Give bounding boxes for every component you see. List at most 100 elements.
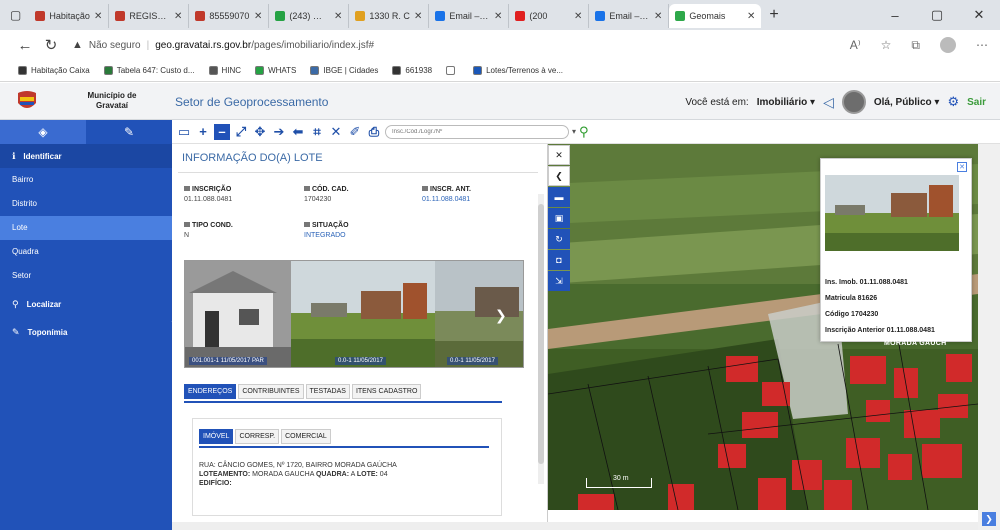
zoom-in-icon[interactable]: + xyxy=(195,124,211,140)
bookmark-item[interactable]: WHATS xyxy=(255,66,296,75)
user-menu[interactable]: Olá, Público ▾ xyxy=(874,97,940,108)
close-tab-icon[interactable]: ✕ xyxy=(574,11,582,22)
municipality-crest-icon[interactable] xyxy=(16,89,38,113)
clear-icon[interactable]: ✕ xyxy=(328,124,344,140)
tab-contribuintes[interactable]: CONTRIBUINTES xyxy=(238,384,304,399)
user-avatar[interactable] xyxy=(841,90,866,114)
back-button[interactable]: ← xyxy=(12,37,38,54)
search-input[interactable] xyxy=(385,124,569,139)
more-icon[interactable]: ⋯ xyxy=(976,38,988,52)
popup-photo[interactable] xyxy=(825,175,959,251)
pan-icon[interactable]: ✥ xyxy=(252,124,268,140)
browser-tab[interactable]: (200 ✕ xyxy=(509,4,590,28)
export-icon[interactable]: ⇲ xyxy=(548,271,570,291)
tab-actions-icon[interactable]: ▢ xyxy=(8,8,29,22)
close-panel-icon[interactable]: ✕ xyxy=(548,145,570,165)
close-tab-icon[interactable]: ✕ xyxy=(747,11,755,22)
url-path: /pages/imobiliario/index.jsf# xyxy=(251,39,375,51)
bookmark-item[interactable]: Habitação Caixa xyxy=(18,66,90,75)
tab-enderecos[interactable]: ENDEREÇOS xyxy=(184,384,237,399)
tab-itens-cadastro[interactable]: ITENS CADASTRO xyxy=(351,384,422,399)
send-icon[interactable]: ◁ xyxy=(823,94,834,111)
close-tab-icon[interactable]: ✕ xyxy=(254,11,262,22)
photo-caption: 0.0-1 11/05/2017 xyxy=(447,357,498,365)
url-field[interactable]: ▲ Não seguro | geo.gravatai.rs.gov.br/pa… xyxy=(72,39,374,51)
tab-testadas[interactable]: TESTADAS xyxy=(305,384,350,399)
tab-favicon-icon xyxy=(355,11,366,21)
favorite-icon[interactable]: ☆ xyxy=(881,38,892,52)
full-extent-icon[interactable]: ⤢ xyxy=(233,124,249,140)
sidebar-item[interactable]: ⚲ Localizar xyxy=(0,292,172,316)
settings-icon[interactable]: ⚙ xyxy=(947,94,959,110)
detail-tabs: ENDEREÇOS CONTRIBUINTES TESTADAS ITENS C… xyxy=(184,384,422,399)
extent-icon[interactable]: ▭ xyxy=(176,124,192,140)
new-tab-button[interactable]: + xyxy=(761,6,786,24)
reload-button[interactable]: ↻ xyxy=(38,36,64,54)
print-icon[interactable]: ⎙ xyxy=(366,124,382,140)
window-icon[interactable]: ▣ xyxy=(548,208,570,228)
search-dropdown-icon[interactable]: ▾ xyxy=(572,127,576,136)
browser-tab[interactable]: Email – Mi ✕ xyxy=(589,4,670,28)
eraser-icon[interactable]: ✐ xyxy=(347,124,363,140)
profile-icon[interactable] xyxy=(940,37,956,53)
panel-scroll-thumb[interactable] xyxy=(538,204,544,464)
browser-tab[interactable]: (243) Wha ✕ xyxy=(269,4,350,28)
back-view-icon[interactable]: ⬅ xyxy=(290,124,306,140)
sidebar-item[interactable]: Setor xyxy=(0,264,172,288)
close-window-button[interactable]: ✕ xyxy=(958,7,1000,23)
close-tab-icon[interactable]: ✕ xyxy=(654,11,662,22)
close-tab-icon[interactable]: ✕ xyxy=(494,11,502,22)
close-tab-icon[interactable]: ✕ xyxy=(174,11,182,22)
sidebar-item[interactable]: Lote xyxy=(0,216,172,240)
property-photo[interactable] xyxy=(185,261,291,368)
photo-gallery[interactable]: 001.001-1 11/05/2017 PAR 0.0-1 11/05/201… xyxy=(184,260,524,368)
close-tab-icon[interactable]: ✕ xyxy=(414,11,422,22)
collections-icon[interactable]: ⧉ xyxy=(911,38,920,53)
forward-icon[interactable]: ➔ xyxy=(271,124,287,140)
browser-tab[interactable]: Geomais ✕ xyxy=(669,4,762,28)
sidebar-item[interactable]: ℹ Identificar xyxy=(0,144,172,168)
zoom-out-icon[interactable]: – xyxy=(214,123,230,140)
bookmark-item[interactable]: 661938 xyxy=(392,66,432,75)
sidebar-item[interactable]: Quadra xyxy=(0,240,172,264)
bookmark-icon xyxy=(18,66,27,75)
read-aloud-icon[interactable]: A⁾ xyxy=(850,38,861,52)
close-tab-icon[interactable]: ✕ xyxy=(334,11,342,22)
search-icon[interactable]: ⚲ xyxy=(579,124,589,140)
property-photo[interactable] xyxy=(291,261,435,368)
tab-imovel[interactable]: IMÓVEL xyxy=(199,429,234,444)
bookmark-item[interactable] xyxy=(446,66,459,75)
module-selector[interactable]: Imobiliário ▾ xyxy=(757,97,815,108)
logout-link[interactable]: Sair xyxy=(967,97,986,108)
minimize-button[interactable]: – xyxy=(874,8,916,23)
bookmark-item[interactable]: HINC xyxy=(208,66,241,75)
layers-tab[interactable]: ◈ xyxy=(0,120,86,144)
close-tab-icon[interactable]: ✕ xyxy=(94,11,102,22)
bookmark-item[interactable]: Lotes/Terrenos à ve... xyxy=(473,66,563,75)
browser-tab[interactable]: 85559070 ✕ xyxy=(189,4,270,28)
browser-tab[interactable]: REGISTRO ✕ xyxy=(109,4,190,28)
tools-tab[interactable]: ✎ xyxy=(86,120,172,144)
rotate-icon[interactable]: ↻ xyxy=(548,229,570,249)
property-photo[interactable] xyxy=(435,261,524,368)
sidebar-item[interactable]: Bairro xyxy=(0,168,172,192)
minus-icon[interactable]: ▬ xyxy=(548,187,570,207)
tab-corresp[interactable]: CORRESP. xyxy=(235,429,280,444)
inscr-ant-link[interactable]: 01.11.088.0481 xyxy=(422,196,471,203)
maximize-button[interactable]: ▢ xyxy=(916,7,958,23)
camera-icon[interactable]: ◘ xyxy=(548,250,570,270)
sidebar-item[interactable]: Distrito xyxy=(0,192,172,216)
gallery-next-icon[interactable]: ❯ xyxy=(495,307,507,324)
tab-comercial[interactable]: COMERCIAL xyxy=(281,429,331,444)
browser-tab[interactable]: Habitação ✕ xyxy=(29,4,110,28)
bookmark-item[interactable]: Tabela 647: Custo d... xyxy=(103,66,195,75)
measure-icon[interactable]: ⌗ xyxy=(309,124,325,140)
prev-panel-icon[interactable]: ❮ xyxy=(548,166,570,186)
close-popup-icon[interactable]: ✕ xyxy=(957,162,967,172)
map-scale: 30 m xyxy=(586,475,652,488)
bookmark-item[interactable]: IBGE | Cidades xyxy=(310,66,378,75)
browser-tab[interactable]: Email – Mi ✕ xyxy=(429,4,510,28)
expand-icon[interactable]: ❯ xyxy=(982,512,996,526)
sidebar-item[interactable]: ✎ Toponímia xyxy=(0,320,172,344)
browser-tab[interactable]: 1330 R. C ✕ xyxy=(349,4,430,28)
